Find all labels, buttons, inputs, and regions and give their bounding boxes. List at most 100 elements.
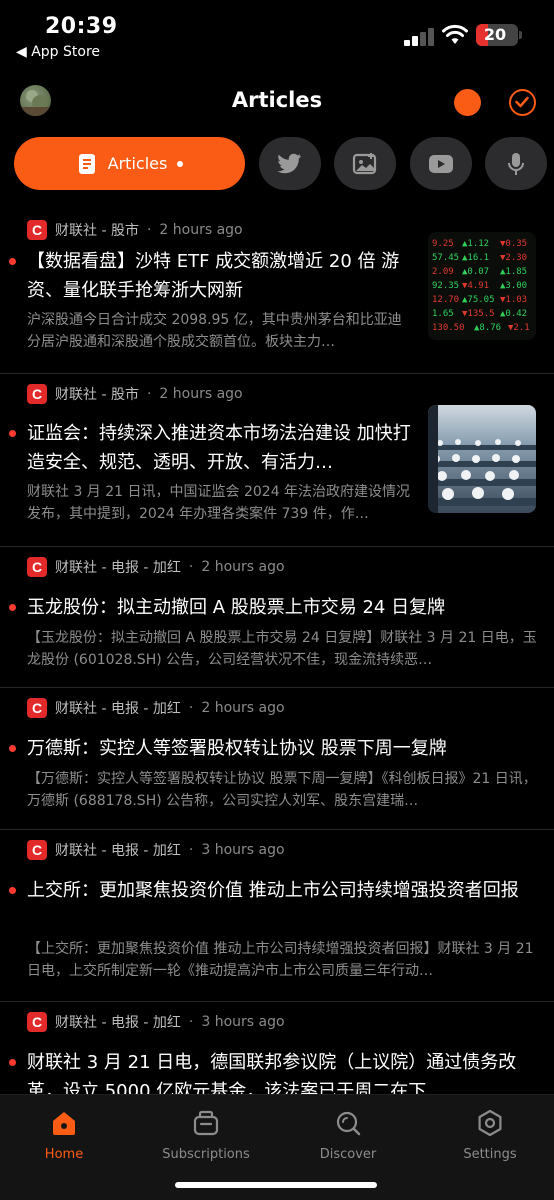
svg-text:▼2.30: ▼2.30 bbox=[500, 253, 527, 263]
source-logo-icon: C bbox=[27, 698, 47, 718]
unread-filter-button[interactable] bbox=[454, 89, 481, 116]
list-item[interactable]: C 财联社 - 电报 - 加红 · 2 hours ago 玉龙股份：拟主动撤回… bbox=[0, 547, 554, 688]
article-title: 万德斯：实控人等签署股权转让协议 股票下周一复牌 bbox=[27, 738, 447, 759]
svg-text:92.35: 92.35 bbox=[432, 281, 459, 291]
svg-text:2.09: 2.09 bbox=[432, 267, 454, 277]
tab-home-label: Home bbox=[44, 1147, 84, 1162]
subscriptions-icon bbox=[193, 1110, 219, 1136]
svg-text:▲1.12: ▲1.12 bbox=[462, 239, 489, 249]
list-item[interactable]: C 财联社 - 股市 · 2 hours ago 证监会：持续深入推进资本市场法… bbox=[0, 374, 554, 547]
separator-dot: · bbox=[146, 386, 152, 402]
microphone-icon bbox=[508, 152, 524, 175]
home-icon bbox=[53, 1112, 75, 1135]
svg-text:▼2.1: ▼2.1 bbox=[508, 323, 530, 333]
article-list[interactable]: C 财联社 - 股市 · 2 hours ago 【数据看盘】沙特 ETF 成交… bbox=[0, 210, 554, 1200]
article-thumbnail[interactable] bbox=[428, 405, 536, 513]
cellular-signal-icon bbox=[404, 28, 436, 46]
article-excerpt: 【上交所：更加聚焦投资价值 推动上市公司持续增强投资者回报】财联社 3 月 21… bbox=[27, 941, 534, 979]
source-name: 财联社 - 股市 bbox=[55, 387, 139, 403]
source-name: 财联社 - 电报 - 加红 bbox=[55, 560, 181, 576]
tab-discover-label: Discover bbox=[319, 1147, 377, 1162]
separator-dot: · bbox=[188, 1014, 194, 1030]
list-item[interactable]: C 财联社 - 股市 · 2 hours ago 【数据看盘】沙特 ETF 成交… bbox=[0, 210, 554, 374]
tab-videos[interactable] bbox=[410, 137, 472, 190]
mark-all-read-button[interactable] bbox=[509, 89, 536, 116]
status-bar: 20:39 ◀ App Store 20 bbox=[0, 0, 554, 70]
article-icon bbox=[78, 153, 95, 174]
source-row: C 财联社 - 电报 - 加红 · 3 hours ago bbox=[27, 840, 285, 860]
svg-text:130.50: 130.50 bbox=[432, 323, 465, 333]
published-time: 3 hours ago bbox=[201, 1014, 285, 1030]
svg-text:▲16.1: ▲16.1 bbox=[462, 253, 489, 263]
article-title: 【数据看盘】沙特 ETF 成交额激增近 20 倍 游资、量化联手抢筹浙大网新 bbox=[27, 251, 400, 301]
article-excerpt: 【玉龙股份：拟主动撤回 A 股股票上市交易 24 日复牌】财联社 3 月 21 … bbox=[27, 630, 537, 668]
source-logo-icon: C bbox=[27, 557, 47, 577]
svg-text:▼4.91: ▼4.91 bbox=[462, 281, 489, 291]
source-row: C 财联社 - 电报 - 加红 · 3 hours ago bbox=[27, 1012, 285, 1032]
gear-icon bbox=[478, 1109, 502, 1137]
unread-indicator bbox=[9, 745, 16, 752]
back-to-app-store-link[interactable]: ◀ App Store bbox=[16, 44, 100, 60]
svg-text:9.25: 9.25 bbox=[432, 239, 454, 249]
tab-social[interactable] bbox=[259, 137, 321, 190]
wifi-icon bbox=[442, 24, 468, 44]
published-time: 2 hours ago bbox=[159, 222, 243, 238]
twitter-icon bbox=[277, 153, 302, 173]
unread-indicator bbox=[9, 887, 16, 894]
svg-text:▲8.76: ▲8.76 bbox=[474, 323, 501, 333]
source-logo-icon: C bbox=[27, 384, 47, 404]
source-logo-icon: C bbox=[27, 220, 47, 240]
separator-dot: · bbox=[188, 559, 194, 575]
article-thumbnail[interactable]: 9.25 ▲1.12 ▼0.35 57.45 ▲16.1 ▼2.30 2.09 ▲0.07… bbox=[428, 232, 536, 340]
image-icon bbox=[352, 152, 377, 174]
svg-text:57.45: 57.45 bbox=[432, 253, 459, 263]
separator-dot: · bbox=[188, 842, 194, 858]
tab-home[interactable]: Home bbox=[4, 1109, 124, 1162]
svg-text:1.65: 1.65 bbox=[432, 309, 454, 319]
source-name: 财联社 - 电报 - 加红 bbox=[55, 843, 181, 859]
source-name: 财联社 - 股市 bbox=[55, 223, 139, 239]
svg-text:▲3.00: ▲3.00 bbox=[500, 281, 527, 291]
tab-articles[interactable]: Articles bbox=[14, 137, 245, 190]
list-item[interactable]: C 财联社 - 电报 - 加红 · 3 hours ago 上交所：更加聚焦投资… bbox=[0, 830, 554, 1002]
svg-text:12.70: 12.70 bbox=[432, 295, 459, 305]
article-title: 证监会：持续深入推进资本市场法治建设 加快打造安全、规范、透明、开放、有活力… bbox=[27, 423, 411, 473]
published-time: 2 hours ago bbox=[159, 386, 243, 402]
svg-text:▲0.07: ▲0.07 bbox=[462, 267, 489, 277]
article-excerpt: 沪深股通今日合计成交 2098.95 亿，其中贵州茅台和比亚迪分居沪股通和深股通… bbox=[27, 312, 402, 350]
article-excerpt: 【万德斯：实控人等签署股权转让协议 股票下周一复牌】《科创板日报》21 日讯，万… bbox=[27, 771, 537, 809]
tab-pictures[interactable] bbox=[334, 137, 396, 190]
source-row: C 财联社 - 电报 - 加红 · 2 hours ago bbox=[27, 557, 285, 577]
separator-dot: · bbox=[188, 700, 194, 716]
home-indicator bbox=[175, 1182, 377, 1188]
unread-indicator bbox=[9, 1059, 16, 1066]
battery-icon: 20 bbox=[476, 24, 518, 46]
svg-text:▲75.05: ▲75.05 bbox=[462, 295, 495, 305]
published-time: 2 hours ago bbox=[201, 700, 285, 716]
tab-settings[interactable]: Settings bbox=[430, 1109, 550, 1162]
published-time: 2 hours ago bbox=[201, 559, 285, 575]
source-name: 财联社 - 电报 - 加红 bbox=[55, 1015, 181, 1031]
youtube-icon bbox=[429, 154, 453, 173]
tab-discover[interactable]: Discover bbox=[288, 1109, 408, 1162]
svg-text:▲1.85: ▲1.85 bbox=[500, 267, 527, 277]
tab-podcasts[interactable] bbox=[485, 137, 547, 190]
svg-text:▼1.03: ▼1.03 bbox=[500, 295, 527, 305]
published-time: 3 hours ago bbox=[201, 842, 285, 858]
tab-active-dot bbox=[177, 160, 184, 167]
tab-articles-label: Articles bbox=[107, 154, 168, 173]
article-excerpt: 财联社 3 月 21 日讯，中国证监会 2024 年法治政府建设情况发布，其中提… bbox=[27, 484, 411, 522]
source-logo-icon: C bbox=[27, 1012, 47, 1032]
svg-text:▼0.35: ▼0.35 bbox=[500, 239, 527, 249]
unread-indicator bbox=[9, 604, 16, 611]
tab-subscriptions[interactable]: Subscriptions bbox=[146, 1109, 266, 1162]
checkmark-icon bbox=[515, 96, 529, 108]
source-row: C 财联社 - 电报 - 加红 · 2 hours ago bbox=[27, 698, 285, 718]
article-title: 上交所：更加聚焦投资价值 推动上市公司持续增强投资者回报 bbox=[27, 880, 519, 901]
svg-text:▼135.5: ▼135.5 bbox=[462, 309, 495, 319]
source-logo-icon: C bbox=[27, 840, 47, 860]
list-item[interactable]: C 财联社 - 电报 - 加红 · 2 hours ago 万德斯：实控人等签署… bbox=[0, 688, 554, 830]
status-time: 20:39 bbox=[45, 14, 118, 39]
tab-subscriptions-label: Subscriptions bbox=[162, 1147, 250, 1162]
separator-dot: · bbox=[146, 222, 152, 238]
